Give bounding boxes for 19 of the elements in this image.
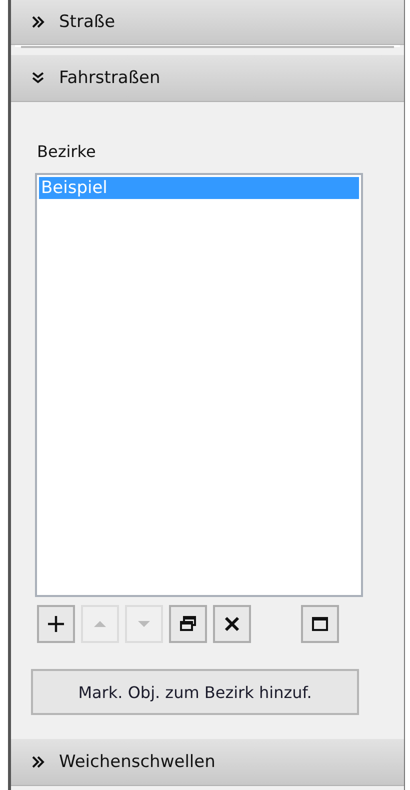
double-chevron-down-icon (31, 71, 45, 85)
section-header[interactable]: Fahrstraßen (11, 55, 404, 102)
restore-button[interactable] (169, 605, 207, 643)
list-label: Bezirke (37, 142, 97, 161)
double-chevron-right-icon (31, 15, 45, 29)
plus-icon (46, 614, 66, 634)
close-icon (222, 614, 242, 634)
section-header[interactable]: Straße (11, 0, 404, 45)
double-chevron-right-icon (31, 755, 45, 769)
section-title: Straße (59, 12, 116, 32)
section-title: Weichenschwellen (59, 752, 216, 772)
add-to-district-button[interactable]: Mark. Obj. zum Bezirk hinzuf. (31, 669, 359, 715)
section-title: Fahrstraßen (59, 68, 160, 88)
restore-windows-icon (178, 614, 198, 634)
delete-button[interactable] (213, 605, 251, 643)
maximize-button[interactable] (301, 605, 339, 643)
section-header[interactable]: Weichenschwellen (11, 739, 404, 786)
add-button[interactable] (37, 605, 75, 643)
window-square-icon (310, 614, 330, 634)
